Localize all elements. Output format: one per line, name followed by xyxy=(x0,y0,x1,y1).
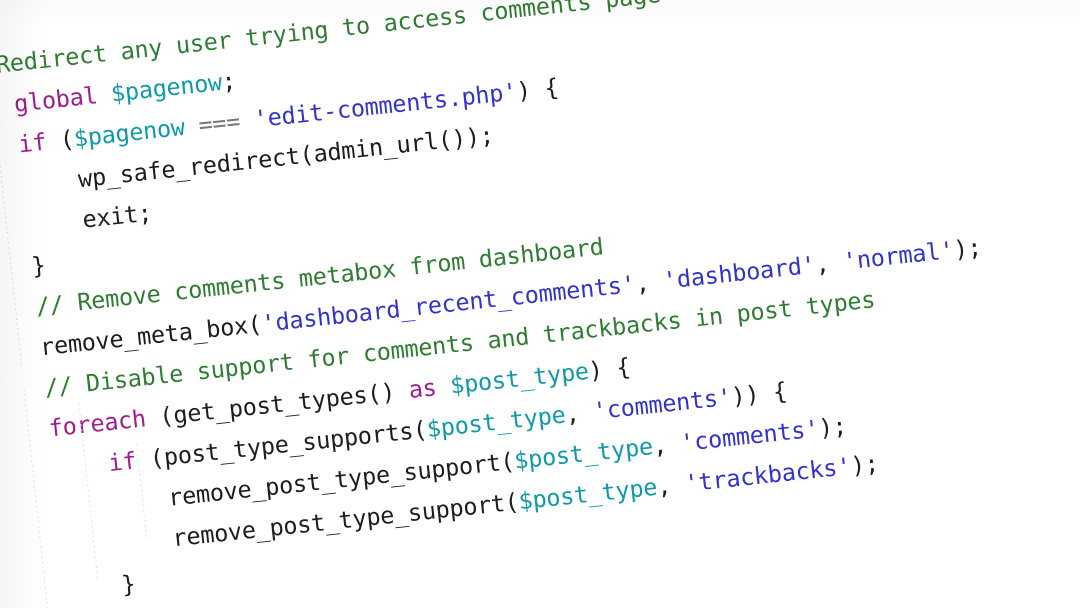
code-token: if xyxy=(107,447,138,478)
code-lines: // Redirect any user trying to access co… xyxy=(0,0,1080,608)
code-token: , xyxy=(655,471,687,501)
code-token: , xyxy=(634,268,665,298)
code-token: 'normal' xyxy=(841,237,956,276)
code-token: ) { xyxy=(587,354,632,385)
code-token: $post_type xyxy=(517,474,659,516)
code-token: foreach xyxy=(47,405,148,443)
code-token: $pagenow xyxy=(72,114,187,153)
code-token: , xyxy=(564,399,595,429)
code-token: global xyxy=(12,82,99,119)
code-token: , xyxy=(651,430,682,461)
code-token: , xyxy=(814,249,845,279)
code-token: ); xyxy=(849,450,881,480)
code-token: } xyxy=(30,252,47,281)
code-token: )) { xyxy=(730,378,789,411)
code-token: as xyxy=(407,374,438,405)
code-token: ); xyxy=(817,413,849,443)
code-token: if xyxy=(17,129,48,159)
code-editor-surface: 41 42▾43 44 45 46 47 48 49▾50 51 52 53 5… xyxy=(0,0,1080,608)
code-token: === xyxy=(197,108,242,140)
code-token: ); xyxy=(952,234,983,264)
code-content-pane[interactable]: // Redirect any user trying to access co… xyxy=(0,0,1080,608)
code-token: } xyxy=(9,571,137,608)
code-token: $pagenow xyxy=(109,69,224,108)
screenshot-stage: 41 42▾43 44 45 46 47 48 49▾50 51 52 53 5… xyxy=(0,0,1080,608)
code-token: ; xyxy=(220,68,238,96)
code-token: ) { xyxy=(515,74,560,106)
code-token: ( xyxy=(44,126,76,156)
